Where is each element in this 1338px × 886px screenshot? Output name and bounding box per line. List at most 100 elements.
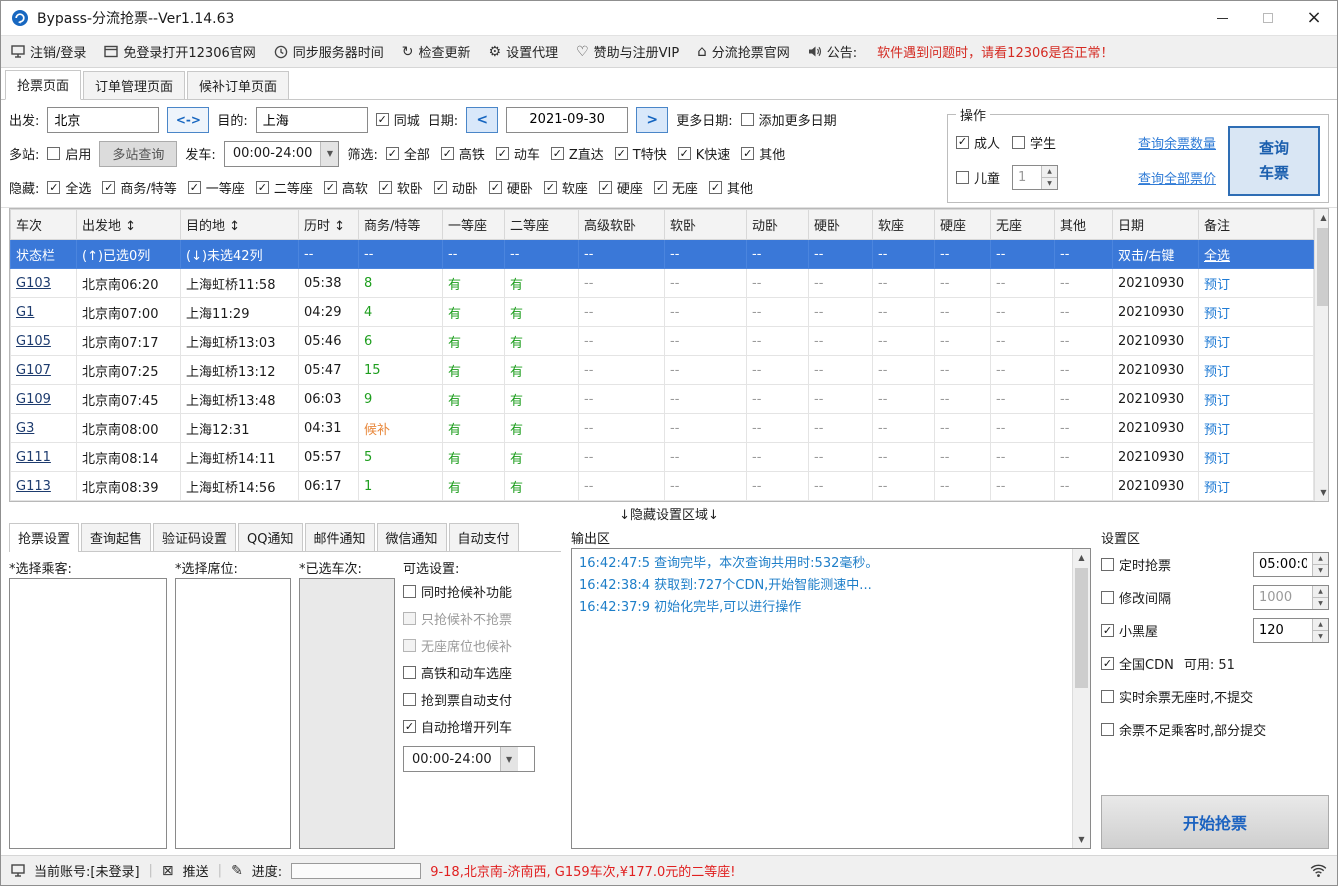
query-price-link[interactable]: 查询全部票价 bbox=[1138, 168, 1216, 187]
settings-tab-2[interactable]: 验证码设置 bbox=[153, 523, 236, 551]
passenger-list[interactable] bbox=[9, 578, 167, 849]
page-tab-1[interactable]: 订单管理页面 bbox=[83, 71, 185, 99]
minimize-button[interactable] bbox=[1199, 1, 1245, 35]
train-row[interactable]: G109北京南07:45上海虹桥13:4806:039有有-----------… bbox=[11, 385, 1314, 414]
train-number-link[interactable]: G111 bbox=[11, 443, 77, 472]
train-number-link[interactable]: G105 bbox=[11, 327, 77, 356]
column-header-5[interactable]: 一等座 bbox=[443, 210, 505, 240]
hide-checkbox-6[interactable]: 动卧 bbox=[434, 178, 478, 197]
seat-list[interactable] bbox=[175, 578, 291, 849]
adult-checkbox[interactable]: 成人 bbox=[956, 133, 1000, 152]
query-ticket-button[interactable]: 查询 车票 bbox=[1228, 126, 1320, 196]
depart-time-select[interactable]: 00:00-24:00 ▼ bbox=[224, 141, 340, 167]
output-scrollbar[interactable]: ▲ ▼ bbox=[1072, 549, 1090, 848]
column-header-2[interactable]: 目的地 ↕ bbox=[181, 210, 299, 240]
hide-checkbox-8[interactable]: 软座 bbox=[544, 178, 588, 197]
train-row[interactable]: G1北京南07:00上海11:2904:294有有---------------… bbox=[11, 298, 1314, 327]
column-header-7[interactable]: 高级软卧 bbox=[579, 210, 665, 240]
hide-checkbox-5[interactable]: 软卧 bbox=[379, 178, 423, 197]
train-number-link[interactable]: G113 bbox=[11, 472, 77, 501]
hide-checkbox-9[interactable]: 硬座 bbox=[599, 178, 643, 197]
book-link[interactable]: 预订 bbox=[1199, 327, 1314, 356]
settings-tab-6[interactable]: 自动支付 bbox=[449, 523, 519, 551]
table-scrollbar[interactable]: ▲ ▼ bbox=[1314, 209, 1329, 501]
toolbar-item-4[interactable]: ⚙设置代理 bbox=[489, 42, 559, 61]
hide-checkbox-4[interactable]: 高软 bbox=[324, 178, 368, 197]
settings-tab-1[interactable]: 查询起售 bbox=[81, 523, 151, 551]
spin-down-icon[interactable]: ▼ bbox=[1313, 564, 1328, 576]
student-checkbox[interactable]: 学生 bbox=[1012, 133, 1056, 152]
train-row[interactable]: G113北京南08:39上海虹桥14:5606:171有有-----------… bbox=[11, 472, 1314, 501]
train-number-link[interactable]: G3 bbox=[11, 414, 77, 443]
book-link[interactable]: 预订 bbox=[1199, 443, 1314, 472]
scroll-down-icon[interactable]: ▼ bbox=[1073, 831, 1090, 848]
output-log-box[interactable]: 16:42:47:5 查询完毕，本次查询共用时:532毫秒。16:42:38:4… bbox=[571, 548, 1091, 849]
date-input[interactable] bbox=[506, 107, 628, 133]
filter-checkbox-6[interactable]: 其他 bbox=[741, 144, 785, 163]
settings-tab-5[interactable]: 微信通知 bbox=[377, 523, 447, 551]
toolbar-item-2[interactable]: 同步服务器时间 bbox=[274, 42, 384, 61]
book-link[interactable]: 预订 bbox=[1199, 269, 1314, 298]
toolbar-item-6[interactable]: ⌂分流抢票官网 bbox=[697, 42, 790, 61]
setting-spinner-0-input[interactable] bbox=[1254, 553, 1312, 576]
optional-checkbox-0[interactable]: 同时抢候补功能 bbox=[403, 582, 512, 601]
train-number-link[interactable]: G1 bbox=[11, 298, 77, 327]
settings-tab-3[interactable]: QQ通知 bbox=[238, 523, 302, 551]
train-row[interactable]: G103北京南06:20上海虹桥11:5805:388有有-----------… bbox=[11, 269, 1314, 298]
train-row[interactable]: G107北京南07:25上海虹桥13:1205:4715有有----------… bbox=[11, 356, 1314, 385]
child-checkbox[interactable]: 儿童 bbox=[956, 168, 1000, 187]
settings-tab-0[interactable]: 抢票设置 bbox=[9, 523, 79, 552]
column-header-4[interactable]: 商务/特等 bbox=[359, 210, 443, 240]
same-city-checkbox[interactable]: 同城 bbox=[376, 110, 420, 129]
dest-input[interactable] bbox=[256, 107, 368, 133]
setting-checkbox-0[interactable]: 定时抢票 bbox=[1101, 555, 1171, 574]
scroll-down-icon[interactable]: ▼ bbox=[1315, 484, 1329, 501]
optional-checkbox-3[interactable]: 高铁和动车选座 bbox=[403, 663, 512, 682]
spin-up-icon[interactable]: ▲ bbox=[1313, 553, 1328, 564]
filter-checkbox-5[interactable]: K快速 bbox=[678, 144, 731, 163]
start-grab-button[interactable]: 开始抢票 bbox=[1101, 795, 1329, 849]
column-header-16[interactable]: 备注 bbox=[1199, 210, 1314, 240]
maximize-button[interactable] bbox=[1245, 1, 1291, 35]
book-link[interactable]: 预订 bbox=[1199, 414, 1314, 443]
push-label[interactable]: 推送 bbox=[183, 861, 209, 880]
column-header-13[interactable]: 无座 bbox=[991, 210, 1055, 240]
hide-checkbox-7[interactable]: 硬卧 bbox=[489, 178, 533, 197]
scroll-up-icon[interactable]: ▲ bbox=[1073, 549, 1090, 566]
page-tab-0[interactable]: 抢票页面 bbox=[5, 70, 81, 100]
setting-checkbox-5[interactable]: 余票不足乘客时,部分提交 bbox=[1101, 720, 1266, 739]
hide-checkbox-10[interactable]: 无座 bbox=[654, 178, 698, 197]
swap-stations-button[interactable]: <-> bbox=[167, 107, 209, 133]
column-header-12[interactable]: 硬座 bbox=[935, 210, 991, 240]
setting-checkbox-4[interactable]: 实时余票无座时,不提交 bbox=[1101, 687, 1253, 706]
setting-checkbox-3[interactable]: 全国CDN bbox=[1101, 654, 1174, 673]
hide-checkbox-11[interactable]: 其他 bbox=[709, 178, 753, 197]
optional-checkbox-4[interactable]: 抢到票自动支付 bbox=[403, 690, 512, 709]
column-header-15[interactable]: 日期 bbox=[1113, 210, 1199, 240]
close-button[interactable]: × bbox=[1291, 1, 1337, 35]
hidden-settings-divider[interactable]: ↓隐藏设置区域↓ bbox=[1, 502, 1337, 524]
train-row[interactable]: G111北京南08:14上海虹桥14:1105:575有有-----------… bbox=[11, 443, 1314, 472]
hide-checkbox-3[interactable]: 二等座 bbox=[256, 178, 313, 197]
train-row[interactable]: G105北京南07:17上海虹桥13:0305:466有有-----------… bbox=[11, 327, 1314, 356]
optional-checkbox-5[interactable]: 自动抢增开列车 bbox=[403, 717, 512, 736]
spin-up-icon[interactable]: ▲ bbox=[1313, 619, 1328, 630]
toolbar-item-3[interactable]: ↻检查更新 bbox=[402, 42, 471, 61]
setting-checkbox-2[interactable]: 小黑屋 bbox=[1101, 621, 1158, 640]
filter-checkbox-0[interactable]: 全部 bbox=[386, 144, 430, 163]
filter-checkbox-1[interactable]: 高铁 bbox=[441, 144, 485, 163]
add-more-dates-checkbox[interactable]: 添加更多日期 bbox=[741, 110, 837, 129]
train-row[interactable]: G3北京南08:00上海12:3104:31候补有有--------------… bbox=[11, 414, 1314, 443]
page-tab-2[interactable]: 候补订单页面 bbox=[187, 71, 289, 99]
hide-checkbox-0[interactable]: 全选 bbox=[47, 178, 91, 197]
grab-time-select[interactable]: 00:00-24:00 ▼ bbox=[403, 746, 535, 772]
column-header-11[interactable]: 软座 bbox=[873, 210, 935, 240]
filter-checkbox-4[interactable]: T特快 bbox=[615, 144, 667, 163]
setting-spinner-2-input[interactable] bbox=[1254, 619, 1312, 642]
column-header-6[interactable]: 二等座 bbox=[505, 210, 579, 240]
setting-spinner-2[interactable]: ▲▼ bbox=[1253, 618, 1329, 643]
book-link[interactable]: 预订 bbox=[1199, 356, 1314, 385]
column-header-9[interactable]: 动卧 bbox=[747, 210, 809, 240]
next-date-button[interactable]: > bbox=[636, 107, 668, 133]
multi-enable-checkbox[interactable]: 启用 bbox=[47, 144, 91, 163]
